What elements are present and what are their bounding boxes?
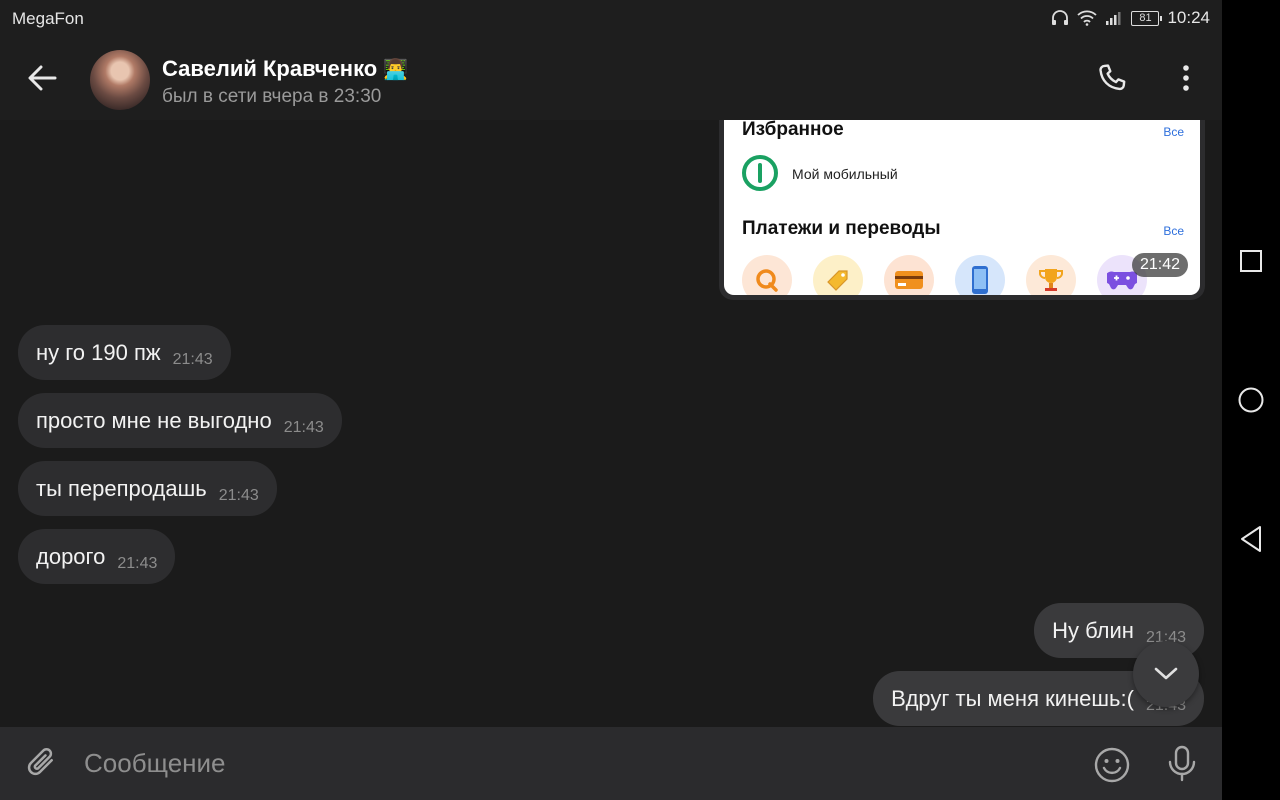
image-message-time: 21:42 <box>1131 253 1188 277</box>
tag-icon <box>813 255 863 295</box>
status-icons: 81 10:24 <box>1051 8 1210 28</box>
status-bar: MegaFon 81 10:24 <box>0 0 1222 36</box>
headphones-icon <box>1051 10 1069 26</box>
image-favorite-item: Мой мобильный <box>792 166 898 182</box>
home-button[interactable] <box>1236 385 1266 415</box>
triangle-back-icon <box>1241 526 1261 552</box>
image-favorites-title: Избранное <box>742 120 844 140</box>
message-time: 21:43 <box>117 554 158 572</box>
attach-button[interactable] <box>22 743 62 783</box>
phone-icon <box>1099 64 1126 91</box>
message-text: просто мне не выгодно <box>36 407 272 433</box>
chat-app: MegaFon 81 10:24 Савелий Кравченко 👨‍💻 б… <box>0 0 1222 800</box>
carrier-label: MegaFon <box>12 9 84 28</box>
smiley-icon <box>1094 747 1130 783</box>
message-incoming[interactable]: ты перепродашь 21:43 <box>18 461 277 516</box>
mobile-phone-icon <box>955 255 1005 295</box>
message-time: 21:43 <box>283 418 324 436</box>
more-vertical-icon <box>1183 65 1189 91</box>
image-message[interactable]: Избранное Все Мой мобильный Платежи и пе… <box>719 120 1205 300</box>
mobile-operator-icon <box>742 155 778 191</box>
message-text: Ну блин <box>1052 617 1134 643</box>
bank-card-icon <box>884 255 934 295</box>
back-button[interactable] <box>22 60 62 96</box>
microphone-icon <box>1168 745 1196 782</box>
trophy-icon <box>1026 255 1076 295</box>
message-input[interactable] <box>84 741 1064 785</box>
message-incoming[interactable]: дорого 21:43 <box>18 529 176 584</box>
message-text: дорого <box>36 543 106 569</box>
contact-name-text: Савелий Кравченко <box>162 56 378 81</box>
message-time: 21:43 <box>218 486 259 504</box>
wifi-icon <box>1077 10 1098 26</box>
scroll-to-bottom-button[interactable] <box>1133 641 1199 707</box>
message-incoming[interactable]: просто мне не выгодно 21:43 <box>18 393 342 448</box>
screenshot-image: Избранное Все Мой мобильный Платежи и пе… <box>724 120 1200 295</box>
battery-icon: 81 <box>1131 10 1163 26</box>
signal-icon <box>1105 11 1123 25</box>
system-navigation-bar <box>1222 0 1280 800</box>
image-payments-all: Все <box>1163 224 1184 238</box>
message-time: 21:43 <box>172 350 213 368</box>
image-payments-title: Платежи и переводы <box>742 218 941 239</box>
square-icon <box>1240 250 1262 272</box>
message-list[interactable]: Избранное Все Мой мобильный Платежи и пе… <box>0 120 1222 727</box>
more-options-button[interactable] <box>1166 58 1206 98</box>
message-text: ты перепродашь <box>36 475 207 501</box>
emoji-button[interactable] <box>1090 743 1134 787</box>
chevron-down-icon <box>1154 667 1178 680</box>
qiwi-icon <box>742 255 792 295</box>
contact-emoji: 👨‍💻 <box>383 58 409 81</box>
last-seen-status: был в сети вчера в 23:30 <box>162 86 382 107</box>
clock: 10:24 <box>1167 8 1210 27</box>
payment-icons <box>742 255 1147 295</box>
circle-icon <box>1238 387 1264 413</box>
image-favorites-all: Все <box>1163 125 1184 139</box>
arrow-left-icon <box>28 65 57 91</box>
message-composer <box>0 727 1222 800</box>
voice-record-button[interactable] <box>1160 741 1204 787</box>
message-incoming[interactable]: ну го 190 пж 21:43 <box>18 325 231 380</box>
message-text: ну го 190 пж <box>36 339 161 365</box>
chat-header: Савелий Кравченко 👨‍💻 был в сети вчера в… <box>0 36 1222 120</box>
recents-button[interactable] <box>1236 246 1266 276</box>
contact-name[interactable]: Савелий Кравченко 👨‍💻 <box>162 56 408 82</box>
message-text: Вдруг ты меня кинешь:( <box>891 685 1134 711</box>
call-button[interactable] <box>1092 58 1132 98</box>
paperclip-icon <box>27 748 53 776</box>
system-back-button[interactable] <box>1236 524 1266 554</box>
avatar[interactable] <box>90 50 150 110</box>
